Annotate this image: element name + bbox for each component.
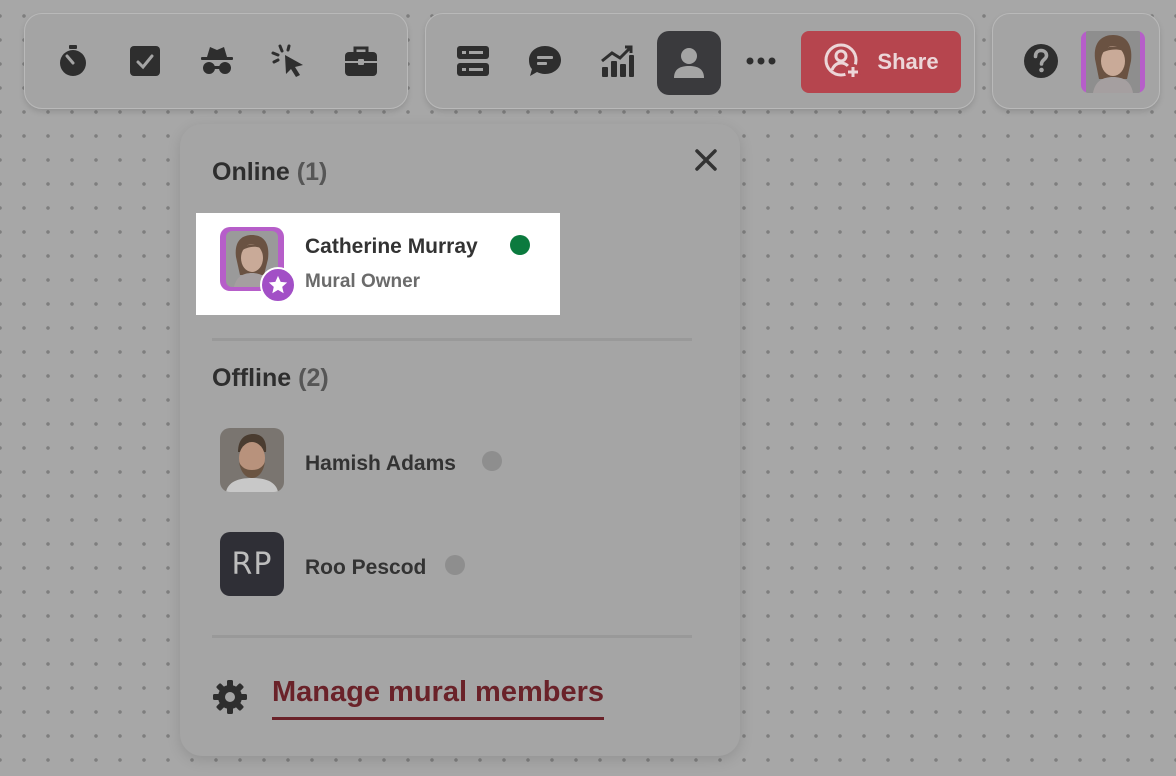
members-panel: Online (1) Catherine Murray Mural Owner … [180, 124, 740, 756]
offline-status-dot [445, 555, 465, 575]
laser-pointer-icon [271, 44, 303, 77]
member-initials: RP [220, 532, 284, 596]
share-button[interactable]: Share [801, 31, 961, 93]
more-icon [746, 57, 776, 65]
avatar: RP [220, 532, 284, 596]
close-button[interactable] [690, 144, 722, 176]
avatar [220, 428, 284, 492]
user-avatar[interactable] [1081, 31, 1145, 93]
private-mode-button[interactable] [185, 29, 249, 93]
online-label: Online [212, 158, 290, 186]
tools-toolbar [24, 13, 408, 109]
more-button[interactable] [729, 29, 793, 93]
member-name: Hamish Adams [305, 452, 456, 475]
toolkit-button[interactable] [329, 29, 393, 93]
collaborators-button[interactable] [657, 31, 721, 95]
timer-icon [60, 45, 86, 76]
gear-icon [213, 680, 247, 714]
timer-button[interactable] [41, 29, 105, 93]
manage-members-label: Manage mural members [272, 675, 605, 720]
offline-heading: Offline (2) [212, 364, 329, 393]
user-photo-icon [1081, 31, 1145, 93]
checklist-button[interactable] [113, 29, 177, 93]
outline-icon [457, 46, 489, 76]
member-roo-pescod[interactable]: RP Roo Pescod [196, 518, 560, 620]
outline-button[interactable] [441, 29, 505, 93]
online-count: (1) [296, 158, 328, 186]
member-name: Catherine Murray [305, 235, 478, 258]
collaborators-icon [674, 48, 704, 78]
manage-members-link[interactable]: Manage mural members [212, 672, 605, 722]
comments-button[interactable] [513, 29, 577, 93]
account-toolbar [992, 13, 1160, 109]
laser-pointer-button[interactable] [257, 29, 321, 93]
help-icon [1024, 44, 1058, 78]
member-catherine-murray[interactable]: Catherine Murray Mural Owner [196, 213, 560, 315]
toolkit-icon [345, 46, 377, 76]
comments-icon [529, 46, 561, 76]
member-name: Roo Pescod [305, 556, 427, 579]
owner-badge [260, 267, 296, 303]
online-status-dot [510, 235, 530, 255]
activity-button[interactable] [585, 29, 649, 93]
online-heading: Online (1) [212, 158, 327, 187]
member-photo-icon [220, 428, 284, 492]
offline-status-dot [482, 451, 502, 471]
member-hamish-adams[interactable]: Hamish Adams [196, 414, 560, 516]
collaboration-toolbar: Share [425, 13, 975, 109]
close-icon [695, 149, 717, 171]
help-button[interactable] [1009, 29, 1073, 93]
section-divider [212, 338, 692, 341]
share-label: Share [877, 49, 939, 74]
member-role: Mural Owner [305, 271, 421, 292]
offline-label: Offline [212, 364, 292, 392]
section-divider [212, 635, 692, 638]
checklist-icon [130, 46, 160, 76]
star-icon [268, 275, 288, 294]
offline-count: (2) [298, 364, 329, 392]
add-user-icon [824, 43, 862, 80]
activity-icon [601, 45, 634, 77]
private-mode-icon [201, 47, 233, 74]
